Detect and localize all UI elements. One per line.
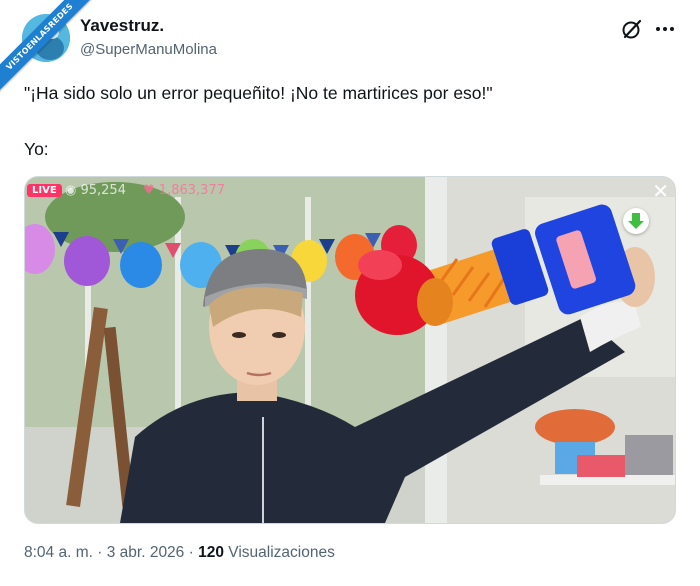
close-icon[interactable]: ✕: [652, 179, 669, 203]
media-illustration: [25, 177, 675, 523]
user-handle[interactable]: @SuperManuMolina: [80, 41, 217, 58]
tweet-time[interactable]: 8:04 a. m.: [24, 544, 93, 561]
more-icon[interactable]: [654, 18, 676, 40]
watermark-text: VISTOENLASREDES: [0, 0, 95, 93]
watermark-ribbon: VISTOENLASREDES: [0, 0, 95, 95]
media-image[interactable]: LIVE ◉ 95,254 ♥ 1,863,377 ✕: [24, 176, 676, 524]
footer-separator: ·: [188, 544, 194, 561]
tweet-footer: 8:04 a. m. · 3 abr. 2026 · 120 Visualiza…: [24, 544, 335, 562]
tweet-text: "¡Ha sido solo un error pequeñito! ¡No t…: [24, 82, 674, 160]
live-hearts-count: ♥ 1,863,377: [143, 183, 225, 198]
tweet-card: VISTOENLASREDES Yavestruz. @SuperManuMol…: [0, 0, 700, 586]
live-badge: LIVE: [27, 184, 62, 197]
views-count: 120: [198, 544, 224, 561]
download-icon[interactable]: [623, 208, 649, 234]
tweet-date[interactable]: 3 abr. 2026: [107, 544, 185, 561]
footer-separator: ·: [97, 544, 103, 561]
tweet-text-line2: Yo:: [24, 139, 49, 159]
views-label: Visualizaciones: [228, 544, 335, 561]
grok-icon[interactable]: [621, 18, 643, 40]
live-viewers-count: ◉ 95,254: [65, 183, 126, 198]
viewers-value: 95,254: [80, 183, 126, 198]
hearts-value: 1,863,377: [158, 183, 225, 198]
